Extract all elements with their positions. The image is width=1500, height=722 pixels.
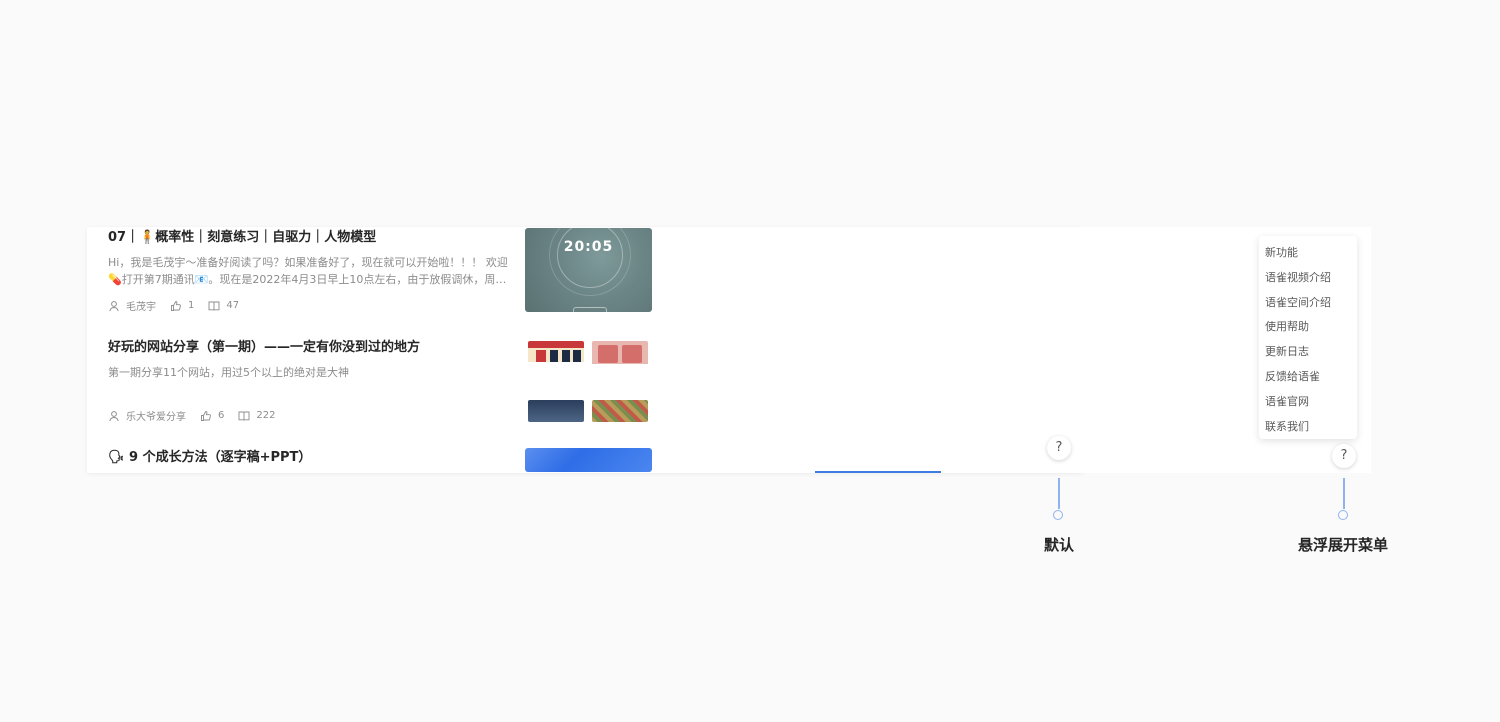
article-title[interactable]: 🗣 9 个成长方法（逐字稿+PPT） — [108, 448, 508, 468]
article-item[interactable]: 好玩的网站分享（第一期）——一定有你没到过的地方 第一期分享11个网站，用过5个… — [108, 338, 508, 381]
like-count: 1 — [188, 300, 195, 311]
callout-line — [1343, 478, 1345, 509]
menu-item-help[interactable]: 使用帮助 — [1259, 315, 1357, 340]
article-summary: Hi，我是毛茂宇～准备好阅读了吗？如果准备好了，现在就可以开始啦！！！ 欢迎💊打… — [108, 256, 508, 286]
article-item[interactable]: 🗣 9 个成长方法（逐字稿+PPT） — [108, 448, 508, 468]
article-title[interactable]: 07｜🧍概率性｜刻意练习｜自驱力｜人物模型 — [108, 228, 508, 248]
article-author[interactable]: 毛茂宇 — [126, 298, 156, 313]
callout-line — [1058, 478, 1060, 509]
article-title[interactable]: 好玩的网站分享（第一期）——一定有你没到过的地方 — [108, 338, 508, 358]
callout-label-default: 默认 — [1044, 536, 1075, 554]
user-icon — [108, 300, 120, 312]
help-button[interactable]: ? — [1047, 436, 1071, 460]
thumbs-up-icon — [170, 300, 182, 312]
callout-dot — [1053, 510, 1063, 520]
article-meta: 乐大爷爱分享 6 222 — [108, 408, 275, 423]
article-thumbnail[interactable] — [525, 338, 652, 422]
menu-item-new-features[interactable]: 新功能 — [1259, 241, 1357, 266]
menu-item-changelog[interactable]: 更新日志 — [1259, 340, 1357, 365]
menu-item-website[interactable]: 语雀官网 — [1259, 390, 1357, 415]
menu-item-feedback[interactable]: 反馈给语雀 — [1259, 365, 1357, 390]
article-meta: 毛茂宇 1 47 — [108, 298, 239, 313]
thumbnail-clock-text: 20:05 — [563, 239, 614, 255]
article-item[interactable]: 07｜🧍概率性｜刻意练习｜自驱力｜人物模型 Hi，我是毛茂宇～准备好阅读了吗？如… — [108, 228, 508, 288]
hover-state-panel: 新功能 语雀视频介绍 语雀空间介绍 使用帮助 更新日志 反馈给语雀 语雀官网 联… — [1083, 227, 1371, 473]
read-count: 47 — [226, 300, 240, 311]
thumbs-up-icon — [200, 410, 212, 422]
read-count: 222 — [256, 410, 276, 421]
article-thumbnail[interactable] — [525, 448, 652, 472]
article-thumbnail[interactable]: 20:05 — [525, 228, 652, 312]
book-icon — [208, 300, 220, 312]
callout-label-hover: 悬浮展开菜单 — [1298, 536, 1389, 554]
user-icon — [108, 410, 120, 422]
book-icon — [238, 410, 250, 422]
menu-item-video-intro[interactable]: 语雀视频介绍 — [1259, 266, 1357, 291]
help-button[interactable]: ? — [1332, 444, 1356, 468]
callout-dot — [1338, 510, 1348, 520]
menu-item-space-intro[interactable]: 语雀空间介绍 — [1259, 291, 1357, 316]
menu-item-contact[interactable]: 联系我们 — [1259, 415, 1357, 440]
scroll-indicator — [815, 471, 941, 473]
article-author[interactable]: 乐大爷爱分享 — [126, 408, 186, 423]
help-menu: 新功能 语雀视频介绍 语雀空间介绍 使用帮助 更新日志 反馈给语雀 语雀官网 联… — [1259, 236, 1357, 439]
like-count: 6 — [218, 410, 225, 421]
article-summary: 第一期分享11个网站，用过5个以上的绝对是大神 — [108, 366, 349, 379]
article-list-panel: 07｜🧍概率性｜刻意练习｜自驱力｜人物模型 Hi，我是毛茂宇～准备好阅读了吗？如… — [87, 227, 1083, 473]
